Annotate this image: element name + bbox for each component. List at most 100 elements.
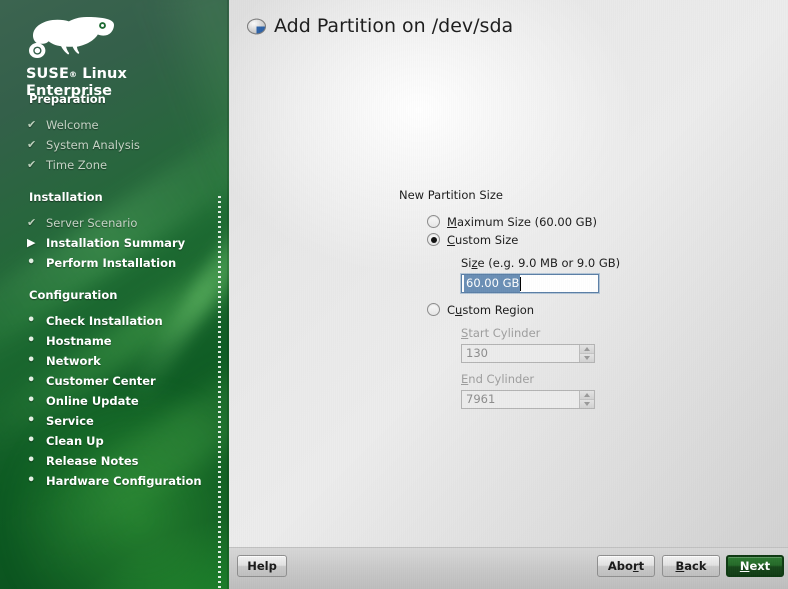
sidebar-item-perform-installation[interactable]: • Perform Installation [0,253,229,273]
bullet-icon: • [27,333,36,348]
sidebar-item-label: Hardware Configuration [46,474,202,488]
mnemonic: M [447,214,457,229]
radio-custom-size-indicator[interactable] [427,233,440,246]
sidebar-item-label: Perform Installation [46,256,177,270]
sidebar-item-hostname[interactable]: • Hostname [0,331,229,351]
content-panel: Add Partition on /dev/sda New Partition … [229,0,788,589]
page-title: Add Partition on /dev/sda [247,14,513,38]
back-button-label: Back [675,559,707,573]
radio-custom-region-indicator[interactable] [427,303,440,316]
chevron-up-icon [584,347,590,351]
sidebar-item-label: Welcome [46,118,99,132]
sidebar-item-network[interactable]: • Network [0,351,229,371]
page-title-text: Add Partition on /dev/sda [274,15,514,37]
group-label: New Partition Size [399,188,503,202]
help-button-label: Help [247,559,277,573]
help-button[interactable]: Help [237,555,287,577]
sidebar-item-label: Check Installation [46,314,163,328]
check-icon: ✔ [27,118,37,131]
mnemonic: C [447,232,456,247]
sidebar-item-label: Server Scenario [46,216,138,230]
sidebar-item-check-installation[interactable]: • Check Installation [0,311,229,331]
sidebar-item-installation-summary[interactable]: ▶ Installation Summary [0,233,229,253]
bullet-icon: • [27,473,36,488]
radio-custom-size-label: Custom Size [447,232,519,247]
radio-maximum-size-indicator[interactable] [427,215,440,228]
radio-maximum-size-label: Maximum Size (60.00 GB) [447,214,597,229]
check-icon: ✔ [27,216,37,229]
start-cylinder-spin-buttons[interactable] [579,345,594,362]
sidebar-item-service[interactable]: • Service [0,411,229,431]
size-input[interactable]: 60.00 GB [461,274,599,293]
radio-custom-region-label: Custom Region [447,302,535,317]
brand-name-line1: SUSE [26,66,69,82]
spin-down-button[interactable] [580,353,594,362]
bullet-icon: • [27,353,36,368]
bullet-icon: • [27,313,36,328]
start-cylinder-value: 130 [462,345,579,362]
next-button[interactable]: Next [726,555,784,577]
sidebar-item-release-notes[interactable]: • Release Notes [0,451,229,471]
sidebar-item-server-scenario[interactable]: ✔ Server Scenario [0,213,229,233]
nav-section-heading: Configuration [29,288,118,302]
button-bar: Help Abort Back Next [229,547,788,589]
registered-mark: ® [68,70,78,79]
suse-chameleon-logo-icon [29,17,114,58]
sidebar-item-welcome[interactable]: ✔ Welcome [0,115,229,135]
partition-disk-icon [247,18,266,34]
text-caret [520,276,522,291]
next-button-label: Next [739,559,771,573]
radio-maximum-size[interactable]: Maximum Size (60.00 GB) [427,214,788,229]
sidebar-item-hardware-configuration[interactable]: • Hardware Configuration [0,471,229,491]
bullet-icon: • [27,255,36,270]
end-cylinder-stepper[interactable]: 7961 [461,390,595,409]
nav-section-heading: Installation [29,190,103,204]
partition-size-form: New Partition Size Maximum Size (60.00 G… [399,188,788,409]
radio-custom-region[interactable]: Custom Region [427,302,788,317]
bullet-icon: • [27,413,36,428]
sidebar-item-label: Clean Up [46,434,104,448]
sidebar-item-label: Hostname [46,334,112,348]
spin-up-button[interactable] [580,391,594,399]
start-cylinder-stepper[interactable]: 130 [461,344,595,363]
end-cylinder-value: 7961 [462,391,579,408]
abort-button-label: Abort [607,559,645,573]
bullet-icon: • [27,393,36,408]
bullet-icon: • [27,373,36,388]
brand-logo: SUSE® Linux Enterprise [26,10,206,99]
check-icon: ✔ [27,138,37,151]
sidebar-item-clean-up[interactable]: • Clean Up [0,431,229,451]
sidebar-item-system-analysis[interactable]: ✔ System Analysis [0,135,229,155]
sidebar-item-label: Online Update [46,394,139,408]
spin-up-button[interactable] [580,345,594,353]
sidebar-item-customer-center[interactable]: • Customer Center [0,371,229,391]
arrow-right-icon: ▶ [27,236,36,249]
installer-window: SUSE® Linux Enterprise Preparation ✔ Welco… [0,0,788,589]
sidebar-item-label: Installation Summary [46,236,186,250]
nav-section-heading: Preparation [29,92,106,106]
sidebar-item-label: Release Notes [46,454,139,468]
brand-name-line1b: Linux [77,66,127,82]
bullet-icon: • [27,453,36,468]
check-icon: ✔ [27,158,37,171]
chevron-up-icon [584,393,590,397]
sidebar-item-label: Service [46,414,94,428]
installer-steps-nav: Preparation ✔ Welcome ✔ System Analysis ✔ Time… [0,92,229,491]
spin-down-button[interactable] [580,399,594,408]
mnemonic: B [675,559,685,573]
abort-button[interactable]: Abort [597,555,655,577]
sidebar: SUSE® Linux Enterprise Preparation ✔ Welco… [0,0,229,589]
end-cylinder-spin-buttons[interactable] [579,391,594,408]
mnemonic: N [739,559,750,573]
sidebar-item-label: Customer Center [46,374,156,388]
sidebar-item-label: Network [46,354,101,368]
size-input-value: 60.00 GB [464,275,521,292]
bullet-icon: • [27,433,36,448]
sidebar-item-label: System Analysis [46,138,140,152]
sidebar-item-time-zone[interactable]: ✔ Time Zone [0,155,229,175]
sidebar-item-label: Time Zone [46,158,108,172]
chevron-down-icon [584,402,590,406]
sidebar-item-online-update[interactable]: • Online Update [0,391,229,411]
radio-custom-size[interactable]: Custom Size [427,232,788,247]
back-button[interactable]: Back [662,555,720,577]
